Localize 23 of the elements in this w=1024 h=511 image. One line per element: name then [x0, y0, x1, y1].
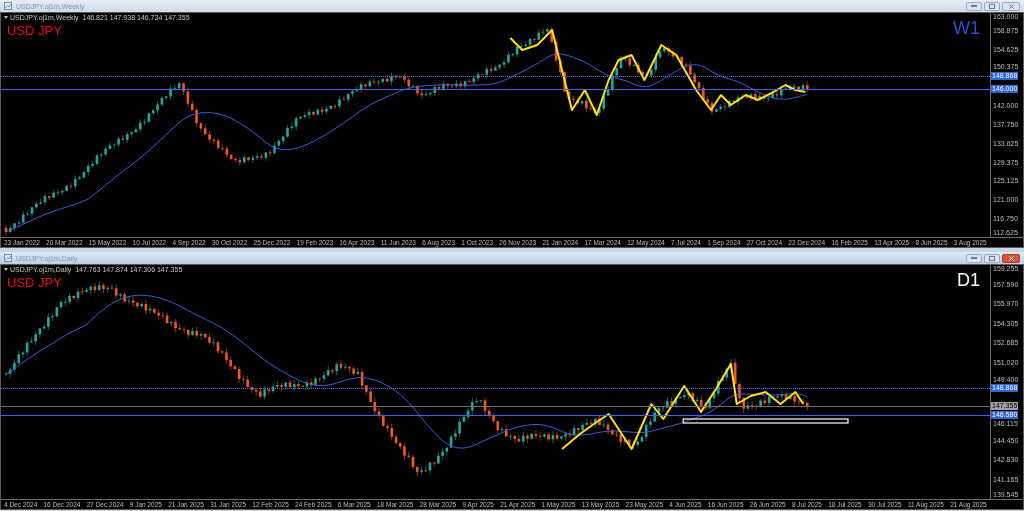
zigzag-line[interactable] — [509, 29, 807, 116]
timeframe-label: D1 — [957, 271, 980, 289]
chart-window-icon — [4, 2, 12, 10]
close-icon — [1008, 255, 1014, 261]
symbol-label: USD JPY — [7, 24, 62, 37]
minimize-button[interactable] — [966, 253, 982, 263]
zigzag-line[interactable] — [561, 363, 805, 450]
close-button[interactable] — [1002, 1, 1020, 11]
maximize-button[interactable] — [984, 253, 1000, 263]
close-button[interactable] — [1002, 253, 1020, 263]
maximize-icon — [989, 255, 995, 261]
close-icon — [1008, 3, 1014, 9]
maximize-button[interactable] — [984, 1, 1000, 11]
chart-window-icon — [4, 254, 12, 262]
timeframe-label: W1 — [953, 19, 980, 37]
dropdown-triangle-icon[interactable] — [4, 268, 8, 271]
rectangle-drawing[interactable] — [682, 418, 849, 424]
maximize-icon — [989, 3, 995, 9]
minimize-icon — [971, 257, 977, 259]
minimize-icon — [971, 5, 977, 7]
dropdown-triangle-icon[interactable] — [4, 16, 8, 19]
symbol-label: USD JPY — [7, 276, 62, 289]
minimize-button[interactable] — [966, 1, 982, 11]
